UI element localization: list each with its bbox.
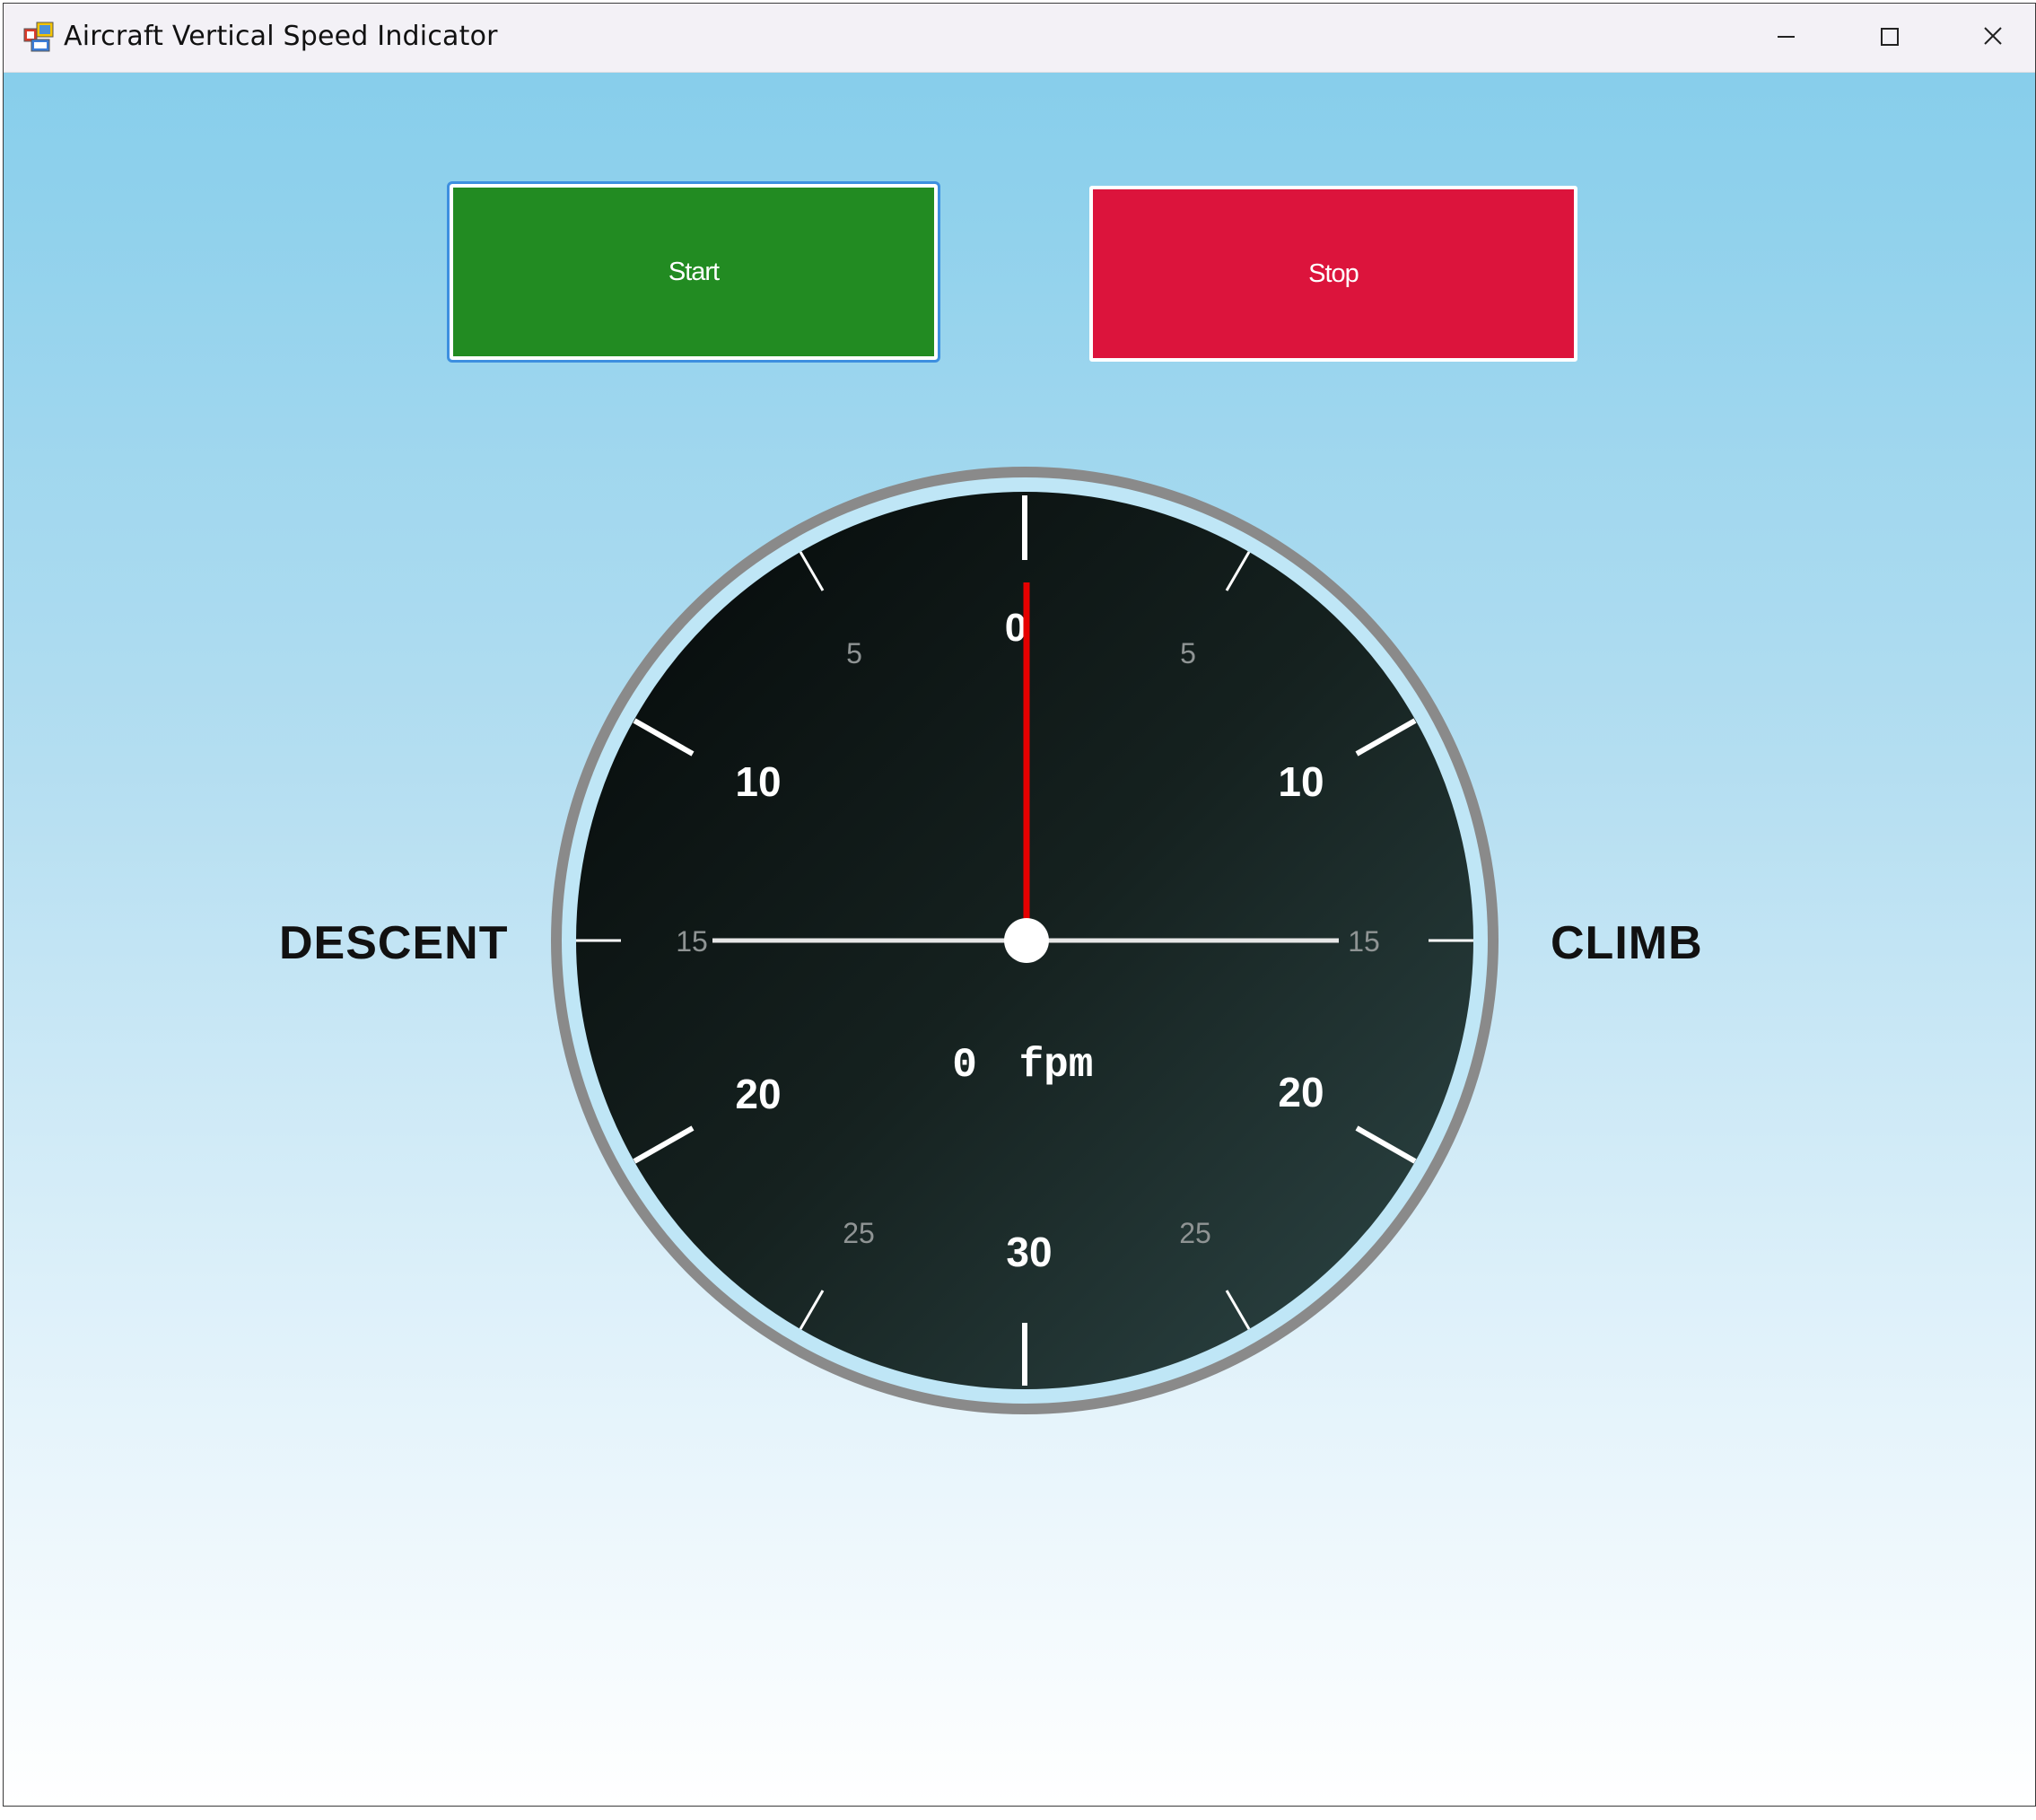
vertical-speed-gauge: 0 10 10 20 20 30 5 5 15 15 25 25 0 fpm — [551, 467, 1499, 1414]
readout-unit: fpm — [1019, 1042, 1094, 1089]
title-bar: Aircraft Vertical Speed Indicator — [4, 4, 2035, 73]
minor-label-left-top: 5 — [846, 637, 862, 669]
close-icon — [1984, 27, 2002, 45]
minor-label-left-bottom: 25 — [843, 1217, 875, 1249]
minimize-icon — [1778, 36, 1795, 38]
minor-label-left-mid: 15 — [676, 925, 708, 958]
major-label-left-upper: 10 — [735, 758, 781, 805]
minor-label-right-mid: 15 — [1348, 925, 1380, 958]
minimize-button[interactable] — [1735, 4, 1839, 72]
major-label-left-lower: 20 — [735, 1071, 781, 1117]
app-windows-icon — [23, 22, 54, 52]
major-label-right-upper: 10 — [1278, 758, 1324, 805]
maximize-button[interactable] — [1839, 4, 1942, 72]
minor-label-right-bottom: 25 — [1179, 1217, 1211, 1249]
maximize-icon — [1881, 28, 1899, 46]
minor-label-right-top: 5 — [1180, 637, 1196, 669]
window-title: Aircraft Vertical Speed Indicator — [64, 21, 498, 52]
needle-hub — [1004, 918, 1049, 963]
close-button[interactable] — [1942, 4, 2035, 72]
app-window: Aircraft Vertical Speed Indicator Start … — [3, 3, 2036, 1807]
major-label-bottom: 30 — [1006, 1229, 1052, 1275]
client-area: Start Stop DESCENT CLIMB 0 10 10 20 20 3… — [4, 73, 2035, 1806]
major-label-right-lower: 20 — [1278, 1069, 1324, 1116]
readout-value: 0 — [952, 1042, 977, 1089]
